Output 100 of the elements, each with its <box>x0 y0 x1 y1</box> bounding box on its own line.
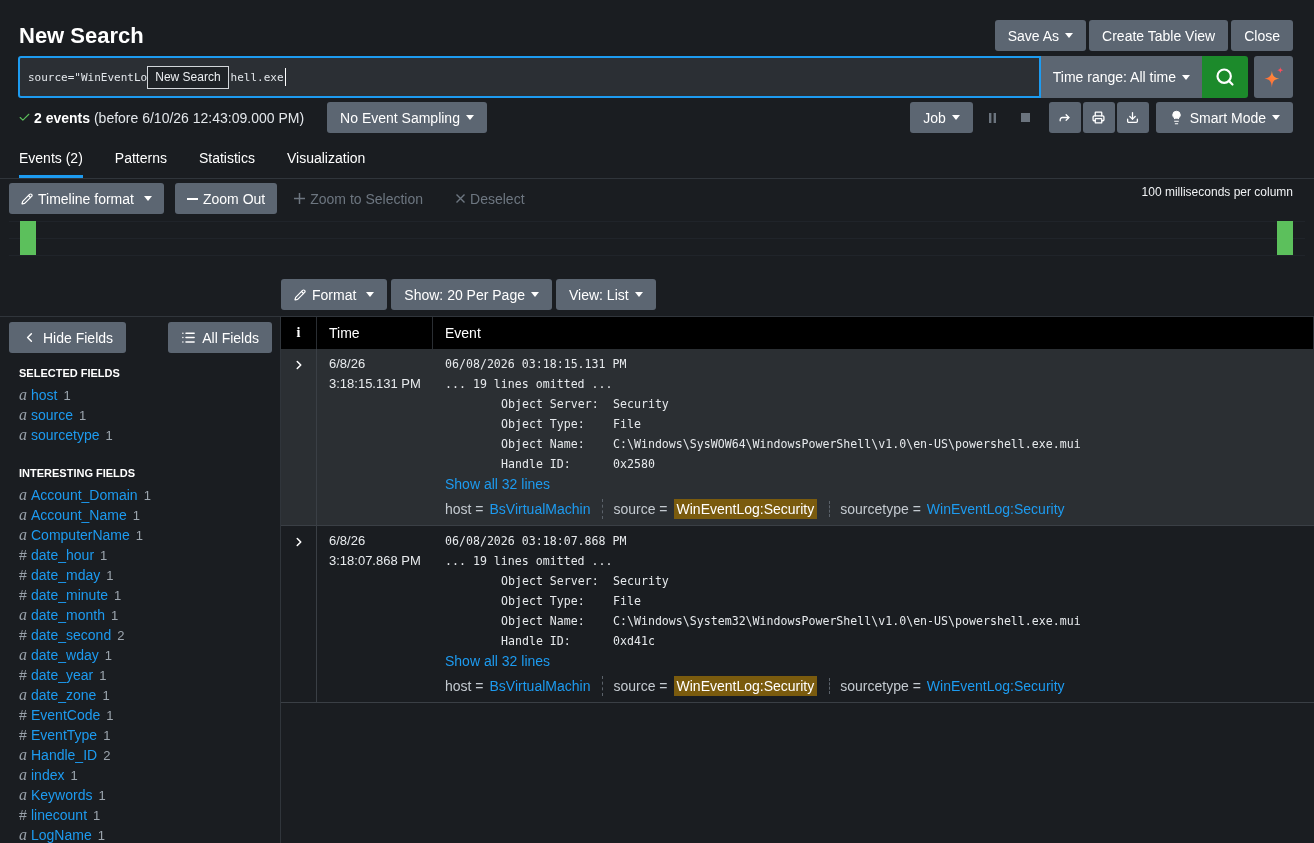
show-all-lines-link[interactable]: Show all 32 lines <box>445 651 551 671</box>
field-key: sourcetype = <box>840 678 921 694</box>
event-field-value: File <box>613 594 641 608</box>
field-name-link[interactable]: Keywords <box>31 787 93 803</box>
pencil-icon <box>21 192 33 205</box>
per-page-button[interactable]: Show: 20 Per Page <box>391 279 552 310</box>
create-table-view-button[interactable]: Create Table View <box>1089 20 1229 51</box>
event-field-label: Object Server: <box>501 574 600 588</box>
field-value-link[interactable]: WinEventLog:Security <box>673 676 818 696</box>
event-line: ... 19 lines omitted ... <box>445 377 613 391</box>
save-as-button[interactable]: Save As <box>994 20 1087 51</box>
close-icon <box>456 194 466 203</box>
show-all-lines-link[interactable]: Show all 32 lines <box>445 474 551 494</box>
zoom-out-button[interactable]: Zoom Out <box>174 183 278 214</box>
view-mode-button[interactable]: View: List <box>556 279 656 310</box>
field-name-link[interactable]: date_mday <box>31 567 101 583</box>
format-button[interactable]: Format <box>281 279 388 310</box>
field-name-link[interactable]: sourcetype <box>31 427 100 443</box>
event-field-label: Object Name: <box>501 614 586 628</box>
field-count: 1 <box>97 827 105 843</box>
field-name-link[interactable]: Account_Name <box>31 507 127 523</box>
event-field-value: 0x2580 <box>613 457 655 471</box>
field-count: 1 <box>79 407 87 423</box>
results-tab[interactable]: Patterns <box>114 140 167 178</box>
query-text: hell.exe <box>230 70 284 84</box>
event-field-label: Object Type: <box>501 417 586 431</box>
page-title: New Search <box>19 22 144 49</box>
query-text: source="WinEventLo <box>28 70 148 84</box>
results-tab[interactable]: Statistics <box>198 140 255 178</box>
field-value-link[interactable]: WinEventLog:Security <box>926 501 1065 517</box>
field-name-link[interactable]: date_month <box>31 607 105 623</box>
field-name-link[interactable]: Handle_ID <box>31 747 98 763</box>
field-type-glyph: a <box>19 387 28 403</box>
search-mode-button[interactable]: Smart Mode <box>1155 102 1293 133</box>
field-name-link[interactable]: EventType <box>31 727 98 743</box>
field-count: 1 <box>100 547 108 563</box>
field-count: 1 <box>63 387 71 403</box>
search-button[interactable] <box>1202 56 1248 98</box>
column-header: Time <box>329 325 360 341</box>
field-type-glyph: a <box>19 607 28 623</box>
field-name-link[interactable]: date_year <box>31 667 94 683</box>
print-button[interactable] <box>1082 102 1115 133</box>
field-count: 1 <box>104 647 112 663</box>
field-name-link[interactable]: date_minute <box>31 587 109 603</box>
event-date: 6/8/26 <box>329 355 367 373</box>
column-header: Event <box>445 325 481 341</box>
time-range-button[interactable]: Time range: All time <box>1040 56 1202 98</box>
close-button[interactable]: Close <box>1231 20 1293 51</box>
field-type-glyph: a <box>19 647 28 663</box>
timeline-format-button[interactable]: Timeline format <box>9 183 164 214</box>
field-name-link[interactable]: date_zone <box>31 687 97 703</box>
field-name-link[interactable]: ComputerName <box>31 527 130 543</box>
download-icon <box>1126 111 1140 124</box>
search-icon <box>1215 67 1235 87</box>
field-type-glyph: a <box>19 427 28 443</box>
field-value-link[interactable]: WinEventLog:Security <box>673 499 818 519</box>
field-key: host = <box>445 678 484 694</box>
field-value-link[interactable]: BsVirtualMachin <box>489 501 591 517</box>
field-name-link[interactable]: host <box>31 387 58 403</box>
curved-arrow-icon <box>1058 111 1072 124</box>
hide-fields-button[interactable]: Hide Fields <box>9 322 127 353</box>
field-type-glyph: # <box>19 807 28 823</box>
field-name-link[interactable]: date_second <box>31 627 112 643</box>
event-line: 06/08/2026 03:18:15.131 PM <box>445 357 627 371</box>
results-tab[interactable]: Visualization <box>286 140 366 178</box>
field-name-link[interactable]: linecount <box>31 807 88 823</box>
export-button[interactable] <box>1116 102 1149 133</box>
field-type-glyph: # <box>19 547 28 563</box>
field-count: 1 <box>143 487 151 503</box>
field-count: 1 <box>105 427 113 443</box>
search-field[interactable]: source="WinEventLo New Search hell.exe <box>18 56 1041 98</box>
event-field-value: C:\Windows\SysWOW64\WindowsPowerShell\v1.0\en-US\powershell.exe.mui <box>613 437 1081 451</box>
field-name-link[interactable]: index <box>31 767 65 783</box>
sparkle-icon <box>1263 66 1284 88</box>
field-value-link[interactable]: BsVirtualMachin <box>489 678 591 694</box>
sampling-button[interactable]: No Event Sampling <box>327 102 487 133</box>
field-type-glyph: # <box>19 587 28 603</box>
results-tab[interactable]: Events (2) <box>19 140 83 178</box>
field-name-link[interactable]: LogName <box>31 827 92 843</box>
all-fields-button[interactable]: All Fields <box>168 322 272 353</box>
job-button[interactable]: Job <box>910 102 973 133</box>
field-value-link[interactable]: WinEventLog:Security <box>926 678 1065 694</box>
field-name-link[interactable]: Account_Domain <box>31 487 138 503</box>
timeline-scale-text: 100 milliseconds per column <box>1141 185 1293 199</box>
field-type-glyph: a <box>19 487 28 503</box>
field-type-glyph: a <box>19 747 28 763</box>
field-type-glyph: # <box>19 727 28 743</box>
field-name-link[interactable]: EventCode <box>31 707 101 723</box>
field-count: 1 <box>114 587 122 603</box>
plus-icon <box>294 193 306 204</box>
share-button[interactable] <box>1048 102 1081 133</box>
field-name-link[interactable]: date_wday <box>31 647 99 663</box>
field-count: 1 <box>110 607 119 623</box>
event-field-value: 0xd41c <box>613 634 655 648</box>
field-type-glyph: a <box>19 527 28 543</box>
field-name-link[interactable]: source <box>31 407 74 423</box>
field-type-glyph: # <box>19 707 28 723</box>
field-key: sourcetype = <box>840 501 921 517</box>
field-name-link[interactable]: date_hour <box>31 547 95 563</box>
printer-icon <box>1092 111 1106 124</box>
